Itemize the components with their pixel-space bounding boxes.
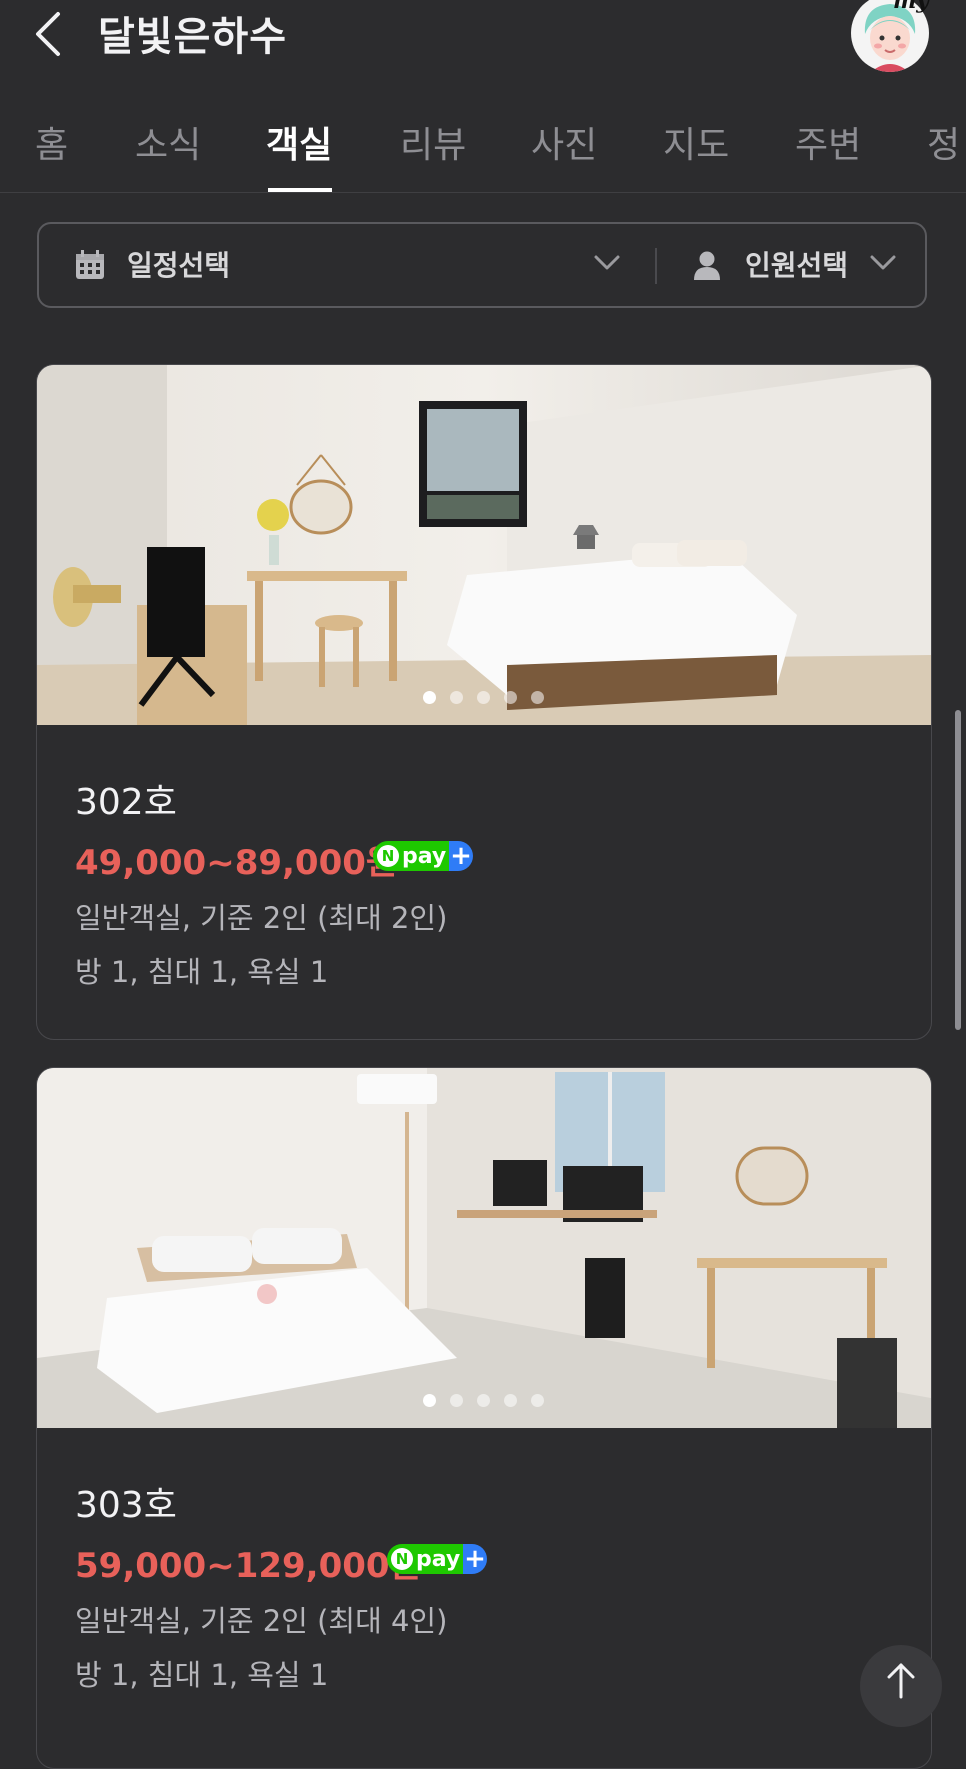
- back-button[interactable]: [30, 8, 70, 58]
- tab-news[interactable]: 소식: [135, 116, 201, 168]
- room-layout: 방 1, 침대 1, 욕실 1: [75, 1658, 329, 1692]
- carousel-dot[interactable]: [531, 1394, 544, 1407]
- tab-bar: 홈 소식 객실 리뷰 사진 지도 주변 정: [0, 88, 966, 193]
- date-select-button[interactable]: 일정선택: [127, 244, 230, 284]
- carousel-dot[interactable]: [504, 1394, 517, 1407]
- carousel-dot[interactable]: [531, 691, 544, 704]
- naver-n-icon: N: [377, 845, 399, 867]
- scrollbar[interactable]: [955, 710, 961, 1030]
- tab-map[interactable]: 지도: [663, 116, 729, 168]
- npay-badge: Npay +: [387, 1544, 487, 1574]
- my-label: my: [893, 0, 930, 14]
- room-photo-carousel[interactable]: [37, 1068, 931, 1428]
- room-name: 303호: [75, 1485, 177, 1526]
- room-photo: [37, 1068, 931, 1428]
- room-price: 49,000~89,000원: [75, 843, 398, 883]
- npay-text: pay: [402, 843, 447, 869]
- tab-rooms[interactable]: 객실: [266, 116, 332, 168]
- filter-divider: [655, 248, 657, 284]
- carousel-dot[interactable]: [477, 1394, 490, 1407]
- carousel-dot[interactable]: [450, 691, 463, 704]
- arrow-up-icon: [887, 1663, 915, 1699]
- npay-text: pay: [416, 1546, 461, 1572]
- chevron-down-icon[interactable]: [869, 252, 897, 272]
- chevron-left-icon: [36, 12, 60, 56]
- room-layout: 방 1, 침대 1, 욕실 1: [75, 955, 329, 989]
- person-icon: [694, 251, 720, 280]
- booking-filter: 일정선택 인원선택: [37, 222, 927, 308]
- tab-nearby[interactable]: 주변: [795, 116, 861, 168]
- plus-icon: +: [449, 841, 473, 871]
- carousel-indicator: [37, 691, 931, 707]
- room-type: 일반객실, 기준 2인 (최대 4인): [75, 1604, 448, 1638]
- tab-reviews[interactable]: 리뷰: [400, 116, 466, 168]
- room-name: 302호: [75, 782, 177, 823]
- tab-home[interactable]: 홈: [35, 116, 68, 168]
- calendar-icon: [76, 250, 104, 279]
- room-photo: [37, 365, 931, 725]
- active-tab-indicator: [268, 188, 332, 192]
- guest-select-button[interactable]: 인원선택: [745, 244, 848, 284]
- tab-photos[interactable]: 사진: [531, 116, 597, 168]
- tab-info[interactable]: 정: [927, 116, 960, 168]
- npay-badge: Npay +: [373, 841, 473, 871]
- carousel-dot[interactable]: [504, 691, 517, 704]
- room-card[interactable]: 303호 59,000~129,000원 Npay + 일반객실, 기준 2인 …: [36, 1067, 932, 1769]
- room-type: 일반객실, 기준 2인 (최대 2인): [75, 901, 448, 935]
- carousel-dot[interactable]: [450, 1394, 463, 1407]
- carousel-dot[interactable]: [477, 691, 490, 704]
- scroll-to-top-button[interactable]: [860, 1645, 942, 1727]
- top-bar: 달빛은하수 my: [0, 0, 966, 72]
- page-title: 달빛은하수: [98, 14, 287, 60]
- plus-icon: +: [463, 1544, 487, 1574]
- room-price: 59,000~129,000원: [75, 1546, 421, 1586]
- chevron-down-icon[interactable]: [593, 252, 621, 272]
- carousel-dot[interactable]: [423, 691, 436, 704]
- room-photo-carousel[interactable]: [37, 365, 931, 725]
- carousel-dot[interactable]: [423, 1394, 436, 1407]
- naver-n-icon: N: [391, 1548, 413, 1570]
- room-card[interactable]: 302호 49,000~89,000원 Npay + 일반객실, 기준 2인 (…: [36, 364, 932, 1040]
- carousel-indicator: [37, 1394, 931, 1410]
